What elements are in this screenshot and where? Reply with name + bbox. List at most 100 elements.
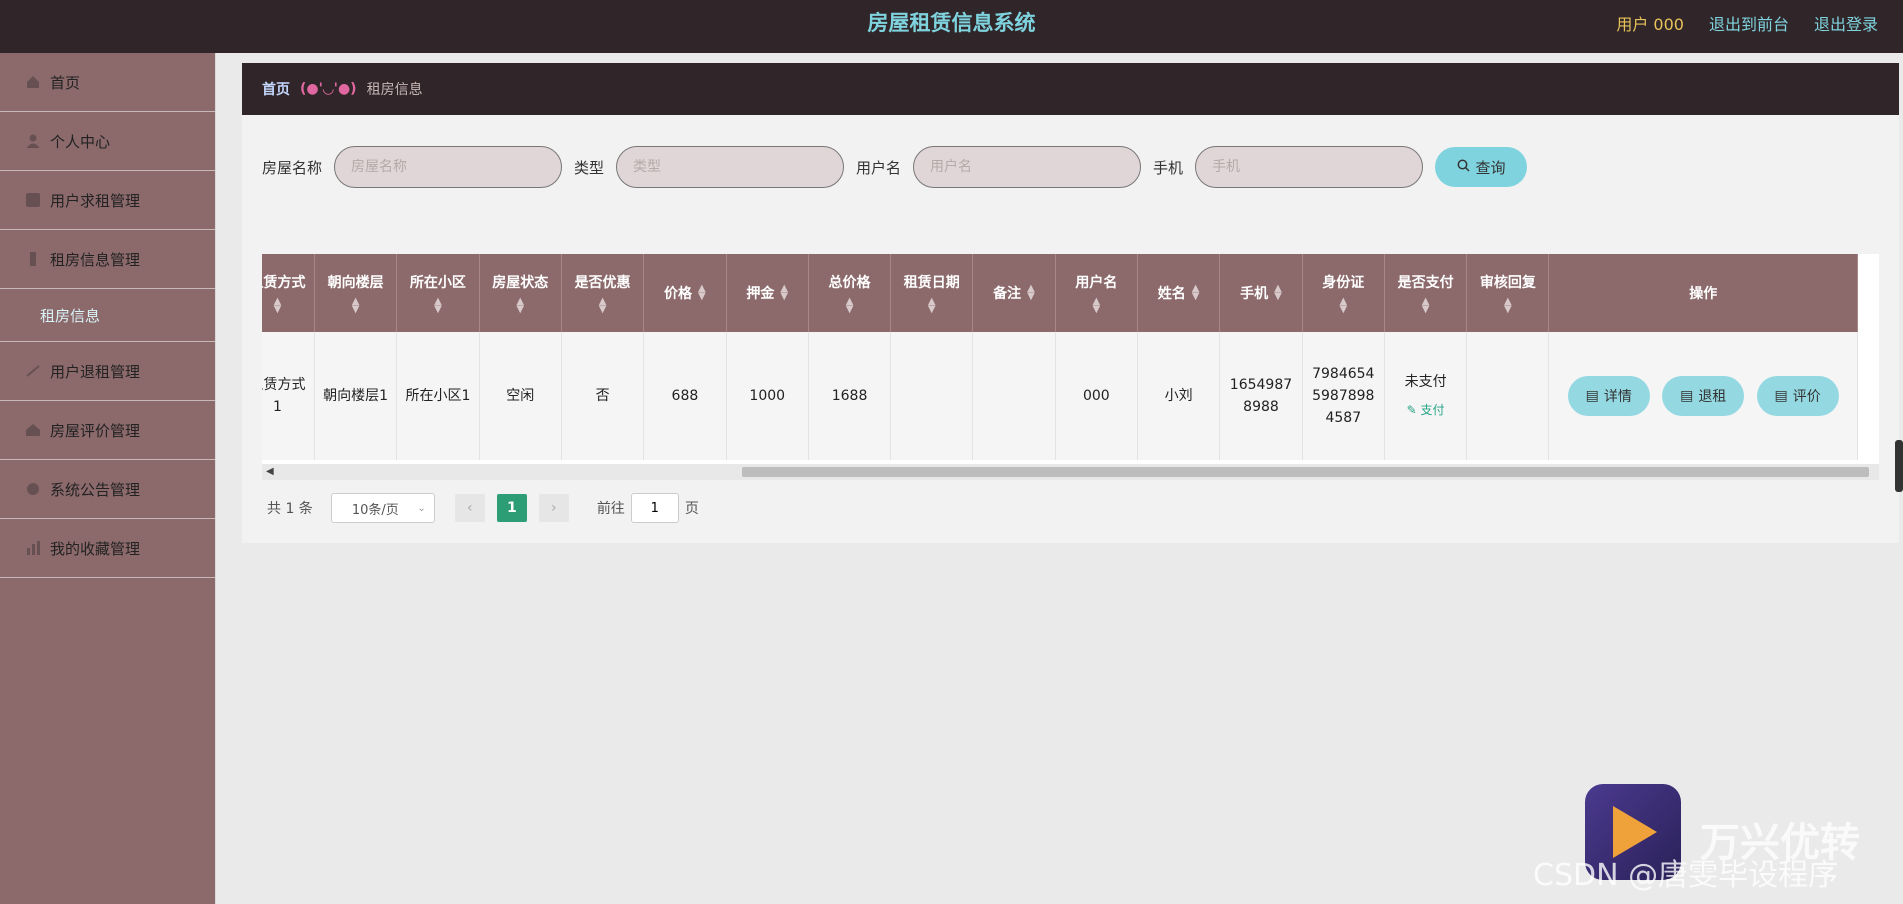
sort-icon[interactable]: ▲ ▼ (928, 297, 936, 315)
house-icon (24, 421, 42, 439)
col-discount[interactable]: 是否优惠 ▲ ▼ (561, 254, 645, 332)
query-button[interactable]: 查询 (1435, 147, 1528, 187)
sort-icon[interactable]: ▲ ▼ (434, 297, 442, 315)
sort-icon[interactable]: ▲ ▼ (1339, 297, 1347, 315)
phone-label: 手机 (1153, 158, 1184, 177)
page-size-select[interactable]: 10条/页 ⌄ (330, 493, 435, 523)
return-icon (24, 362, 42, 380)
goto-page-input[interactable] (630, 493, 679, 523)
col-community[interactable]: 所在小区 ▲ ▼ (396, 254, 480, 332)
notice-icon (24, 480, 42, 498)
review-button[interactable]: ▤ 评价 (1756, 376, 1839, 416)
chevron-left-icon: ‹ (467, 500, 473, 516)
breadcrumb-current: 租房信息 (366, 82, 423, 98)
goto-label: 前往 (596, 501, 625, 517)
next-page-button[interactable]: › (538, 494, 569, 522)
username-input[interactable] (913, 146, 1142, 188)
sort-icon[interactable]: ▲ ▼ (780, 284, 788, 302)
type-label: 类型 (574, 158, 605, 177)
page-number[interactable]: 1 (496, 494, 527, 522)
sidebar-item-notice[interactable]: 系统公告管理 (0, 460, 215, 519)
sort-icon[interactable]: ▲ ▼ (1092, 297, 1100, 315)
cell-paid: 未支付 ✎ 支付 (1384, 332, 1468, 460)
pay-link[interactable]: ✎ 支付 (1391, 399, 1460, 421)
sort-icon[interactable]: ▲ ▼ (599, 297, 607, 315)
sort-icon[interactable]: ▲ ▼ (846, 297, 854, 315)
breadcrumb-separator: (●'◡'●) (300, 81, 357, 97)
sidebar-item-label: 我的收藏管理 (50, 539, 141, 558)
col-id-card[interactable]: 身份证 ▲ ▼ (1302, 254, 1385, 332)
cell-lease-date (890, 332, 974, 460)
sort-icon[interactable]: ▲ ▼ (1274, 284, 1282, 302)
prev-page-button[interactable]: ‹ (454, 494, 485, 522)
cell-deposit: 1000 (726, 332, 809, 460)
breadcrumb-home[interactable]: 首页 (262, 79, 290, 99)
sort-icon[interactable]: ▲ ▼ (1422, 297, 1430, 315)
sort-icon[interactable]: ▲ ▼ (274, 297, 282, 315)
folder-icon (24, 250, 42, 268)
col-remarks[interactable]: 备注 ▲ ▼ (972, 254, 1056, 332)
col-actions: 操作 (1548, 254, 1858, 332)
col-total-price[interactable]: 总价格 ▲ ▼ (808, 254, 892, 332)
col-phone[interactable]: 手机 ▲ ▼ (1219, 254, 1303, 332)
col-price[interactable]: 价格 ▲ ▼ (643, 254, 727, 332)
phone-input[interactable] (1195, 146, 1424, 188)
sidebar-item-profile[interactable]: 个人中心 (0, 112, 215, 171)
col-lease-date[interactable]: 租赁日期 ▲ ▼ (890, 254, 974, 332)
sidebar-item-rental-info[interactable]: 租房信息管理 (0, 230, 215, 289)
chevron-down-icon: ⌄ (417, 502, 426, 514)
sidebar-item-home[interactable]: 首页 (0, 53, 215, 112)
col-orientation-floor[interactable]: 朝向楼层 ▲ ▼ (314, 254, 398, 332)
sort-icon[interactable]: ▲ ▼ (1192, 284, 1200, 302)
sidebar-item-label: 系统公告管理 (50, 480, 141, 499)
col-lease-method[interactable]: 租赁方式▲▼ (262, 254, 315, 332)
sidebar-subitem-rental-info[interactable]: 租房信息 (0, 289, 215, 342)
cell-price: 688 (643, 332, 727, 460)
return-rent-button[interactable]: ▤ 退租 (1662, 376, 1745, 416)
scrollbar-thumb[interactable] (742, 467, 1869, 477)
sort-icon[interactable]: ▲ ▼ (352, 297, 360, 315)
col-username[interactable]: 用户名 ▲ ▼ (1055, 254, 1138, 332)
cell-total-price: 1688 (808, 332, 892, 460)
watermark-csdn: CSDN @唐雯毕设程序 (1533, 858, 1839, 893)
sidebar: 首页 个人中心 用户求租管理 租房信息管理 租房信息 用户退租管理 房屋评价管理… (0, 53, 216, 904)
col-paid[interactable]: 是否支付 ▲ ▼ (1384, 254, 1468, 332)
sort-icon[interactable]: ▲ ▼ (1027, 284, 1035, 302)
col-deposit[interactable]: 押金 ▲ ▼ (726, 254, 809, 332)
query-button-label: 查询 (1475, 158, 1506, 177)
sidebar-item-favorites[interactable]: 我的收藏管理 (0, 519, 215, 578)
scroll-left-icon[interactable]: ◀ (266, 466, 274, 477)
exit-to-front-link[interactable]: 退出到前台 (1709, 11, 1789, 35)
col-house-status[interactable]: 房屋状态 ▲ ▼ (479, 254, 562, 332)
page-unit: 页 (684, 501, 699, 517)
house-name-input[interactable] (334, 146, 563, 188)
search-bar: 房屋名称 类型 用户名 手机 查询 (262, 146, 1528, 188)
type-input[interactable] (616, 146, 845, 188)
cell-id-card: 798465459878984587 (1302, 332, 1385, 460)
data-table: 租赁方式▲▼ 朝向楼层▲▼ 所在小区▲▼ 房屋状态▲▼ 是否优惠▲▼ 价格▲▼ … (262, 254, 1858, 460)
document-icon: ▤ (1774, 388, 1788, 404)
detail-button[interactable]: ▤ 详情 (1567, 376, 1650, 416)
sidebar-item-label: 用户退租管理 (50, 362, 141, 381)
sort-icon[interactable]: ▲ ▼ (516, 297, 524, 315)
total-count: 共 1 条 (267, 501, 313, 517)
sidebar-item-review[interactable]: 房屋评价管理 (0, 401, 215, 460)
cell-remarks (972, 332, 1056, 460)
cell-house-status: 空闲 (479, 332, 562, 460)
cell-orientation-floor: 朝向楼层1 (314, 332, 398, 460)
sort-icon[interactable]: ▲ ▼ (1504, 297, 1512, 315)
col-name[interactable]: 姓名 ▲ ▼ (1137, 254, 1221, 332)
horizontal-scrollbar[interactable]: ◀ (262, 464, 1879, 480)
sidebar-item-return[interactable]: 用户退租管理 (0, 342, 215, 401)
edit-icon: ✎ (1406, 403, 1421, 417)
col-review-reply[interactable]: 审核回复 ▲ ▼ (1466, 254, 1550, 332)
page-scrollbar[interactable] (1895, 440, 1903, 492)
chevron-right-icon: › (551, 500, 557, 516)
document-icon: ▤ (1585, 388, 1599, 404)
logout-link[interactable]: 退出登录 (1814, 11, 1878, 35)
sort-icon[interactable]: ▲ ▼ (698, 284, 706, 302)
data-table-wrapper: 租赁方式▲▼ 朝向楼层▲▼ 所在小区▲▼ 房屋状态▲▼ 是否优惠▲▼ 价格▲▼ … (262, 254, 1879, 476)
breadcrumb: 首页 (●'◡'●) 租房信息 (242, 63, 1899, 115)
sidebar-item-label: 用户求租管理 (50, 191, 141, 210)
sidebar-item-rent-request[interactable]: 用户求租管理 (0, 171, 215, 230)
